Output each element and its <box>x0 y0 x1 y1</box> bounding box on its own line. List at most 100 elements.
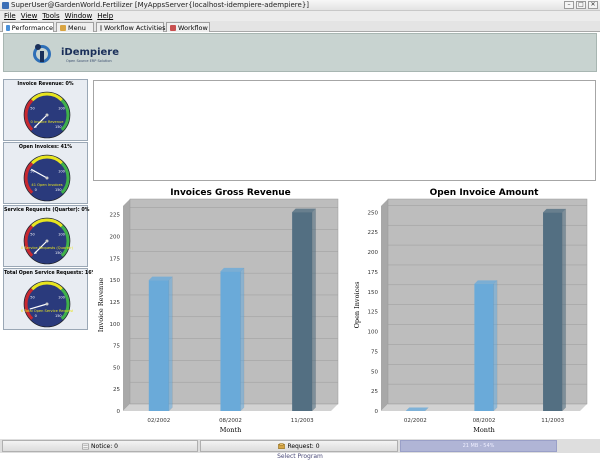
y-tick-label: 100 <box>110 322 121 328</box>
app-icon <box>2 2 9 9</box>
open-invoice-chart-svg: Open Invoice Amount 0 25 50 75 100 125 150 175 20… <box>353 188 588 434</box>
menu-bar: File View Tools Window Help <box>0 11 600 21</box>
gauge-tick-label: 50 <box>30 296 34 300</box>
bar <box>220 271 241 411</box>
tab-label: Menu <box>68 23 86 32</box>
menu-icon <box>60 24 66 31</box>
invoices-revenue-chart: Invoices Gross Revenue 0 25 50 75 100 125 150 17… <box>93 183 347 434</box>
logo-text: iDempiere <box>61 47 120 58</box>
y-tick-label: 50 <box>371 369 378 375</box>
bar-side <box>240 267 245 412</box>
request-button[interactable]: Request: 0 <box>200 440 398 452</box>
tab-workflow[interactable]: Workflow <box>166 22 210 32</box>
gauge-dial: 0501001500 Service Requests (Quarter) <box>21 217 73 265</box>
bar-side <box>312 208 316 412</box>
chart-title: Invoices Gross Revenue <box>170 188 291 198</box>
gauge-tick-label: 0 <box>35 188 37 192</box>
gauge-hub <box>45 176 49 180</box>
bar-side <box>168 276 173 412</box>
notice-icon <box>82 443 89 449</box>
window-title: SuperUser@GardenWorld.Fertilizer [MyApps… <box>11 1 310 9</box>
y-tick-label: 250 <box>368 210 379 216</box>
bar-top <box>292 208 316 213</box>
x-tick-label: 08/2002 <box>219 418 242 424</box>
x-tick-label: 02/2002 <box>147 418 170 424</box>
menu-window[interactable]: Window <box>63 11 96 21</box>
window-controls: – □ ✕ <box>564 1 598 9</box>
tab-label: Workflow Activities: 9 <box>104 23 174 32</box>
y-tick-label: 150 <box>368 290 379 296</box>
tab-workflow-activities[interactable]: Workflow Activities: 9 <box>96 22 174 32</box>
y-tick-label: 25 <box>371 389 378 395</box>
y-tick-label: 175 <box>110 256 121 262</box>
gauge-dial: 050 10015041 Open Invoices <box>23 154 71 202</box>
memory-indicator[interactable]: 21 MB - 54% <box>400 440 557 452</box>
y-tick-label: 25 <box>113 387 120 393</box>
menu-file[interactable]: File <box>2 11 19 21</box>
activities-icon <box>100 24 102 31</box>
bar <box>292 212 313 411</box>
gauge-tick-label: 150 <box>55 314 62 318</box>
tab-label: Workflow <box>178 23 208 32</box>
maximize-icon[interactable]: □ <box>576 1 586 9</box>
gauge-value-label: 16 Total Open Service Requests <box>21 309 73 313</box>
tab-label: Performance <box>11 23 53 32</box>
y-tick-label: 75 <box>371 349 378 355</box>
close-icon[interactable]: ✕ <box>588 1 598 9</box>
gauge-panel[interactable]: Open Invoices: 41% 0 50 100 150 41 Open Invoi… <box>3 142 88 204</box>
bar-top <box>220 267 245 272</box>
request-label: Request: 0 <box>287 442 320 450</box>
bar <box>148 280 169 411</box>
notice-label: Notice: 0 <box>91 442 118 450</box>
chart-title: Open Invoice Amount <box>430 188 540 198</box>
notice-button[interactable]: Notice: 0 <box>2 440 198 452</box>
bar-top <box>474 280 498 284</box>
gauge-tick-label: 150 <box>55 188 62 192</box>
x-tick-label: 11/2003 <box>541 418 564 424</box>
x-tick-label: 11/2003 <box>291 418 314 424</box>
gauge-tick-label: 50 <box>30 233 34 237</box>
gauge-hub <box>45 239 49 243</box>
gauge-dial: 0 50 100 15016 Total Open Service Requests <box>21 280 73 328</box>
minimize-icon[interactable]: – <box>564 1 574 9</box>
gauge-value-label: 0 Service Requests (Quarter) <box>21 246 73 250</box>
y-tick-label: 0 <box>375 409 379 415</box>
gauge-panel[interactable]: Service Requests (Quarter): 0%0501001500… <box>3 205 89 267</box>
performance-detail-panel <box>93 80 596 181</box>
gauge-tick-label: 100 <box>58 233 65 237</box>
y-axis-label: Open Invoices <box>353 282 361 329</box>
menu-view[interactable]: View <box>19 11 41 21</box>
plot-side-wall <box>381 199 388 411</box>
y-tick-label: 0 <box>117 409 121 415</box>
y-tick-label: 50 <box>113 365 120 371</box>
gauge-dial: 0501001500 Invoice Revenue <box>23 91 71 139</box>
y-tick-label: 225 <box>368 230 379 236</box>
tab-menu[interactable]: Menu <box>56 22 94 32</box>
status-bar: Notice: 0 Request: 0 21 MB - 54% <box>0 439 600 453</box>
logo-tagline: Open Source ERP Solution <box>66 59 112 63</box>
gauge-hub <box>45 302 49 306</box>
y-tick-label: 200 <box>110 235 121 241</box>
y-tick-label: 225 <box>110 213 121 219</box>
bar <box>474 283 494 411</box>
gauge-tick-label: 150 <box>55 251 62 255</box>
tab-performance[interactable]: Performance <box>2 22 54 32</box>
y-tick-label: 125 <box>368 310 379 316</box>
gauge-title: Open Invoices: 41% <box>18 145 73 150</box>
gauge-title: Invoice Revenue: 0% <box>17 82 74 87</box>
gauge-panel[interactable]: Invoice Revenue: 0%0501001500 Invoice Re… <box>3 79 88 141</box>
performance-icon <box>6 24 10 31</box>
menu-help[interactable]: Help <box>95 11 116 21</box>
bar-top <box>405 407 429 411</box>
memory-label: 21 MB - 54% <box>462 443 495 449</box>
menu-tools[interactable]: Tools <box>40 11 62 21</box>
bar <box>543 212 563 411</box>
gauge-panel[interactable]: Total Open Service Requests: 16% 0 50 100 15… <box>3 268 96 330</box>
gauge-tick-label: 100 <box>58 296 65 300</box>
gauge-tick-label: 50 <box>30 107 34 111</box>
gauge-hub <box>45 113 49 117</box>
open-invoice-chart: Open Invoice Amount 0 25 50 75 100 125 150 175 20… <box>349 183 596 434</box>
gauge-tick-label: 100 <box>58 107 65 111</box>
select-program-link[interactable]: Select Program <box>0 453 600 463</box>
x-tick-label: 08/2002 <box>473 418 496 424</box>
